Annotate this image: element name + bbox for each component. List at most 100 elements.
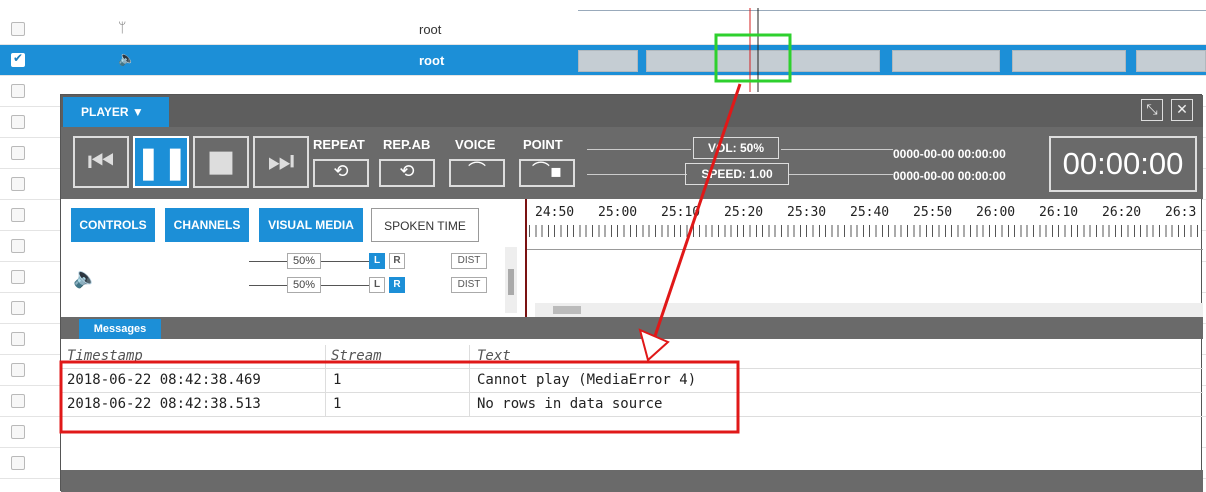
voice-button[interactable]: ⌒ bbox=[449, 159, 505, 187]
player-menu-button[interactable]: PLAYER ▼ bbox=[63, 97, 169, 127]
voice-label: VOICE bbox=[455, 137, 496, 152]
channel2-dist-button[interactable]: DIST bbox=[451, 277, 487, 293]
column-divider bbox=[469, 369, 470, 393]
tab-spoken-time[interactable]: SPOKEN TIME bbox=[371, 208, 479, 242]
row-checkbox[interactable] bbox=[11, 51, 25, 67]
restore-icon[interactable]: ⤡ bbox=[1141, 99, 1163, 121]
table-row[interactable]: 2018-06-22 08:42:38.469 1 Cannot play (M… bbox=[61, 369, 1203, 393]
repeat-label: REPEAT bbox=[313, 137, 365, 152]
row-checkbox[interactable] bbox=[11, 456, 25, 470]
next-button[interactable]: ⏭ bbox=[253, 136, 309, 188]
list-row[interactable]: ᛘ root bbox=[0, 14, 1206, 45]
channel1-dist-button[interactable]: DIST bbox=[451, 253, 487, 269]
table-header-row: Timestamp Stream Text bbox=[61, 345, 1203, 369]
timeline-segment[interactable] bbox=[578, 50, 638, 72]
rep-ab-label: REP.AB bbox=[383, 137, 431, 152]
channel-line bbox=[321, 261, 369, 262]
column-header-text[interactable]: Text bbox=[477, 348, 511, 364]
row-checkbox[interactable] bbox=[11, 425, 25, 439]
channel2-right-toggle[interactable]: R bbox=[389, 277, 405, 293]
row-user: root bbox=[419, 53, 445, 68]
channel-line bbox=[321, 285, 369, 286]
scrollbar-thumb[interactable] bbox=[508, 269, 514, 295]
audio-vertical-scrollbar[interactable] bbox=[505, 247, 517, 313]
scrollbar-thumb[interactable] bbox=[553, 306, 581, 314]
rep-ab-button[interactable]: ⟲ bbox=[379, 159, 435, 187]
column-divider bbox=[469, 345, 470, 369]
row-checkbox[interactable] bbox=[11, 394, 25, 408]
cell-stream: 1 bbox=[333, 396, 342, 412]
channel1-right-toggle[interactable]: R bbox=[389, 253, 405, 269]
end-datetime: 0000-00-00 00:00:00 bbox=[893, 169, 1006, 183]
channel1-left-toggle[interactable]: L bbox=[369, 253, 385, 269]
tab-controls[interactable]: CONTROLS bbox=[71, 208, 155, 242]
column-header-stream[interactable]: Stream bbox=[331, 348, 382, 364]
row-checkbox[interactable] bbox=[11, 332, 25, 346]
row-checkbox[interactable] bbox=[11, 22, 25, 36]
ruler-label: 25:20 bbox=[724, 205, 764, 220]
column-divider bbox=[325, 393, 326, 417]
row-checkbox[interactable] bbox=[11, 177, 25, 191]
ruler-label: 25:00 bbox=[598, 205, 638, 220]
column-divider bbox=[325, 345, 326, 369]
channel2-left-toggle[interactable]: L bbox=[369, 277, 385, 293]
close-icon[interactable]: ✕ bbox=[1171, 99, 1193, 121]
repeat-button[interactable]: ⟲ bbox=[313, 159, 369, 187]
ruler-label: 24:50 bbox=[535, 205, 575, 220]
ruler-label: 26:10 bbox=[1039, 205, 1079, 220]
player-titlebar: PLAYER ▼ ⤡ ✕ bbox=[61, 95, 1203, 127]
channel-line bbox=[249, 261, 287, 262]
repeat-icon: ⟲ bbox=[333, 161, 349, 182]
stop-button[interactable]: ■ bbox=[193, 136, 249, 188]
cell-text: Cannot play (MediaError 4) bbox=[477, 372, 697, 388]
ruler-label: 26:20 bbox=[1102, 205, 1142, 220]
time-ruler[interactable]: 24:50 25:00 25:10 25:20 25:30 25:40 25:5… bbox=[525, 199, 1203, 243]
audio-channels-panel: 🔈 50% L R DIST 50% L R DIST bbox=[61, 247, 523, 317]
row-checkbox[interactable] bbox=[11, 363, 25, 377]
point-button[interactable]: ⌒▪ bbox=[519, 159, 575, 187]
speed-line bbox=[789, 174, 893, 175]
timeline-segment[interactable] bbox=[892, 50, 1000, 72]
ruler-label: 26:00 bbox=[976, 205, 1016, 220]
channel1-level[interactable]: 50% bbox=[287, 253, 321, 269]
panel-tabs: CONTROLS CHANNELS VISUAL MEDIA SPOKEN TI… bbox=[61, 199, 523, 245]
player-footer-bar bbox=[61, 470, 1203, 492]
start-datetime: 0000-00-00 00:00:00 bbox=[893, 147, 1006, 161]
playhead-marker[interactable] bbox=[525, 199, 527, 319]
tab-channels[interactable]: CHANNELS bbox=[165, 208, 249, 242]
table-row[interactable]: 2018-06-22 08:42:38.513 1 No rows in dat… bbox=[61, 393, 1203, 417]
list-row-selected[interactable]: 🔈 root bbox=[0, 45, 1206, 76]
timeline-segment[interactable] bbox=[1136, 50, 1206, 72]
ruler-label: 25:40 bbox=[850, 205, 890, 220]
timeline-segment[interactable] bbox=[646, 50, 880, 72]
cell-stream: 1 bbox=[333, 372, 342, 388]
row-checkbox[interactable] bbox=[11, 84, 25, 98]
tab-messages[interactable]: Messages bbox=[79, 319, 161, 339]
volume-control[interactable]: VOL: 50% bbox=[693, 137, 779, 159]
volume-line bbox=[587, 149, 691, 150]
pause-button[interactable]: ❚❚ bbox=[133, 136, 189, 188]
row-checkbox[interactable] bbox=[11, 146, 25, 160]
column-header-timestamp[interactable]: Timestamp bbox=[67, 348, 143, 364]
speaker-icon: 🔈 bbox=[73, 265, 98, 289]
tab-visual-media[interactable]: VISUAL MEDIA bbox=[259, 208, 363, 242]
row-checkbox[interactable] bbox=[11, 270, 25, 284]
speed-control[interactable]: SPEED: 1.00 bbox=[685, 163, 789, 185]
row-checkbox[interactable] bbox=[11, 115, 25, 129]
timeline-segment[interactable] bbox=[1012, 50, 1126, 72]
timeline-top-line bbox=[578, 10, 1206, 11]
row-checkbox[interactable] bbox=[11, 208, 25, 222]
row-timeline[interactable] bbox=[578, 50, 1206, 72]
previous-button[interactable]: ⏮ bbox=[73, 136, 129, 188]
row-checkbox[interactable] bbox=[11, 301, 25, 315]
ruler-ticks bbox=[529, 225, 1203, 237]
transport-toolbar: ⏮ ❚❚ ■ ⏭ REPEAT ⟲ REP.AB ⟲ VOICE ⌒ POINT… bbox=[61, 127, 1203, 199]
speaker-icon: 🔈 bbox=[118, 51, 136, 67]
cell-timestamp: 2018-06-22 08:42:38.469 bbox=[67, 372, 261, 388]
voice-wave-icon: ⌒ bbox=[468, 161, 486, 182]
row-checkbox[interactable] bbox=[11, 239, 25, 253]
channel2-level[interactable]: 50% bbox=[287, 277, 321, 293]
playback-clock: 00:00:00 bbox=[1049, 136, 1197, 192]
repeat-ab-icon: ⟲ bbox=[399, 161, 415, 182]
timeline-horizontal-scrollbar[interactable] bbox=[535, 303, 1203, 317]
